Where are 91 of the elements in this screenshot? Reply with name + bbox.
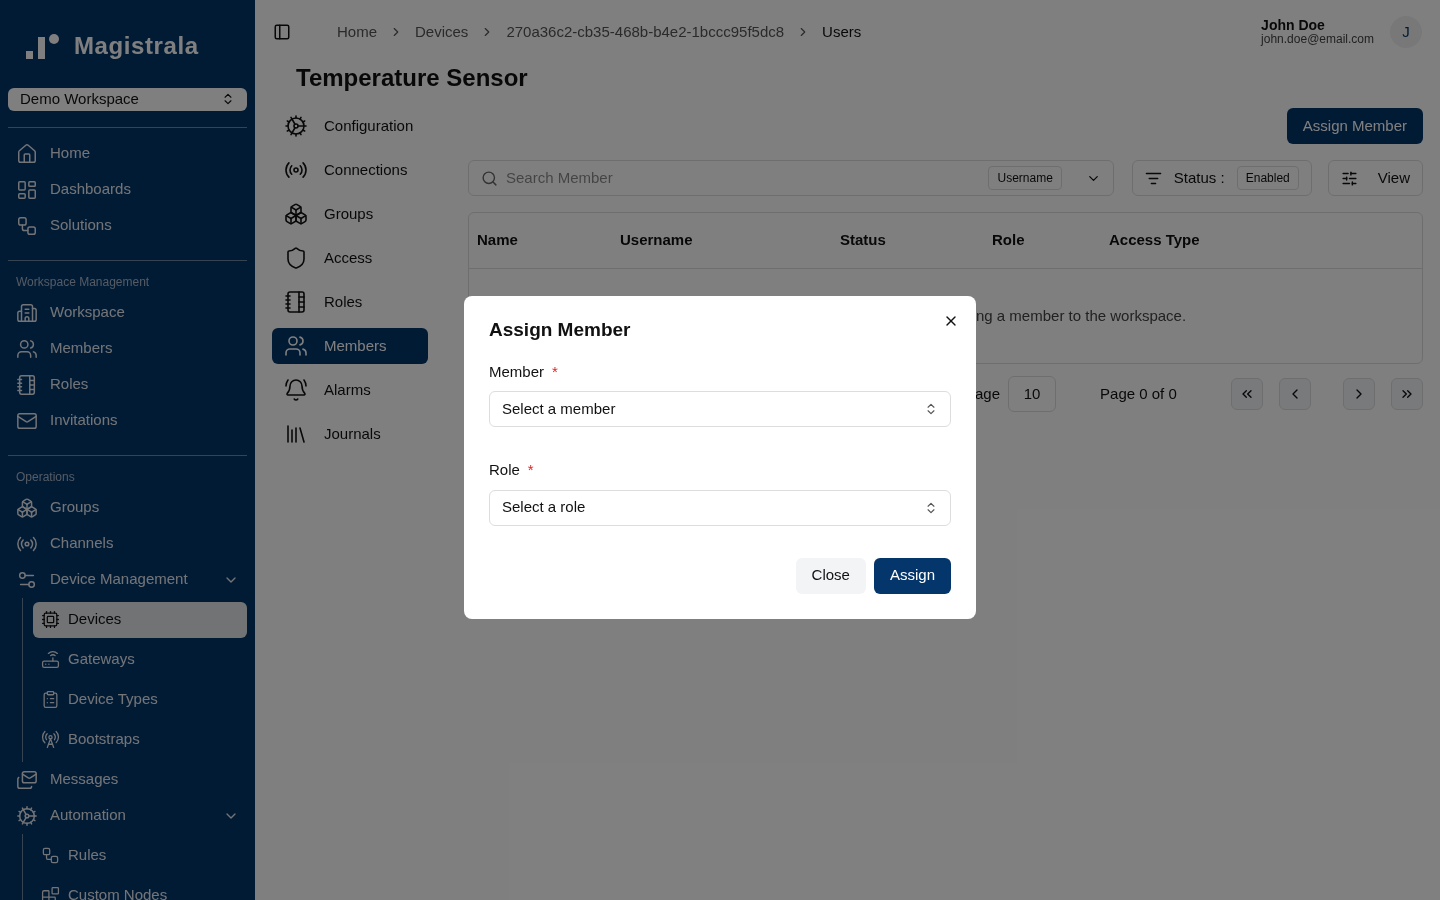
tab-item[interactable]: Access bbox=[272, 240, 428, 276]
tab-item[interactable]: Connections bbox=[272, 152, 428, 188]
house-icon bbox=[16, 142, 38, 165]
select-field[interactable]: Select a role bbox=[489, 489, 951, 526]
dialog-title: Assign Member bbox=[489, 318, 632, 342]
first-page-button[interactable] bbox=[1231, 378, 1263, 410]
router-icon bbox=[41, 650, 60, 669]
view-button[interactable]: View bbox=[1327, 160, 1423, 196]
notebook-icon bbox=[284, 290, 308, 314]
tab-item[interactable]: Journals bbox=[272, 416, 428, 452]
cog-icon bbox=[16, 804, 38, 827]
mails-icon bbox=[16, 768, 38, 791]
breadcrumb-link[interactable]: Devices bbox=[415, 20, 469, 44]
sliders-icon bbox=[1340, 169, 1358, 187]
column-header: Role bbox=[992, 230, 1026, 251]
nav-item[interactable]: Workspace bbox=[8, 294, 247, 331]
page-title: Temperature Sensor bbox=[295, 63, 529, 93]
tab-item[interactable]: Roles bbox=[272, 284, 428, 320]
tower-icon bbox=[41, 730, 60, 749]
rows-per-page-label: age bbox=[975, 383, 1001, 404]
workspace-select[interactable]: Demo Workspace bbox=[8, 88, 247, 111]
library-icon bbox=[284, 422, 308, 446]
nav-item[interactable]: Channels bbox=[8, 525, 247, 562]
nav-item[interactable]: Device Management bbox=[8, 561, 247, 598]
last-page-button[interactable] bbox=[1391, 378, 1423, 410]
required-mark: * bbox=[527, 460, 534, 480]
clipboard-icon bbox=[41, 690, 60, 709]
section-label: Workspace Management bbox=[15, 273, 151, 291]
nav-item[interactable]: Bootstraps bbox=[33, 721, 247, 758]
dashboard-icon bbox=[16, 178, 38, 201]
nav-item[interactable]: Devices bbox=[33, 601, 247, 638]
select-field[interactable]: Select a member bbox=[489, 391, 951, 427]
bell-icon bbox=[284, 378, 308, 402]
next-page-button[interactable] bbox=[1343, 378, 1375, 410]
user-email: john.doe@email.com bbox=[1261, 32, 1374, 46]
column-header: Access Type bbox=[1109, 230, 1201, 251]
nav-item[interactable]: Groups bbox=[8, 489, 247, 526]
column-header: Status bbox=[840, 230, 887, 251]
previous-page-button[interactable] bbox=[1279, 378, 1311, 410]
search-icon bbox=[481, 169, 498, 187]
nav-item[interactable]: Solutions bbox=[8, 207, 247, 244]
empty-message: ng a member to the workspace. bbox=[976, 305, 1187, 326]
nav-item[interactable]: Invitations bbox=[8, 402, 247, 439]
field-label: Member bbox=[489, 361, 544, 382]
nav-item[interactable]: Messages bbox=[8, 761, 247, 798]
users-icon bbox=[284, 334, 308, 358]
close-button[interactable]: Close bbox=[795, 557, 866, 594]
nav-item[interactable]: Home bbox=[8, 135, 247, 172]
tab-item[interactable]: Members bbox=[272, 328, 428, 364]
nav-item[interactable]: Rules bbox=[33, 837, 247, 874]
sidebar-toggle-icon[interactable] bbox=[273, 23, 291, 41]
logo-text: Magistrala bbox=[74, 31, 199, 61]
column-header: Username bbox=[620, 230, 694, 251]
chip-icon bbox=[41, 610, 60, 629]
notebook-icon bbox=[16, 373, 38, 396]
search-field[interactable]: Search Member Username bbox=[468, 160, 1114, 196]
breadcrumb-link[interactable]: 270a36c2-cb35-468b-b4e2-1bccc95f5dc8 bbox=[506, 20, 785, 44]
section-label: Operations bbox=[15, 468, 76, 486]
boxes-icon bbox=[16, 496, 38, 519]
tab-item[interactable]: Configuration bbox=[272, 108, 428, 144]
nav-item[interactable]: Members bbox=[8, 330, 247, 367]
workflow-icon bbox=[16, 214, 38, 237]
tab-item[interactable]: Groups bbox=[272, 196, 428, 232]
cog-icon bbox=[284, 114, 308, 138]
building-icon bbox=[16, 301, 38, 324]
rows-per-page-select[interactable]: 10 bbox=[1008, 376, 1057, 412]
assign-member-button[interactable]: Assign Member bbox=[1286, 108, 1423, 144]
status-badge: Enabled bbox=[1236, 166, 1299, 190]
field-label: Role bbox=[489, 460, 520, 480]
status-filter-button[interactable]: Status : Enabled bbox=[1131, 160, 1312, 196]
blocks-icon bbox=[41, 886, 60, 900]
user-avatar[interactable]: J bbox=[1390, 16, 1422, 48]
assign-button[interactable]: Assign bbox=[873, 557, 951, 594]
tab-item[interactable]: Alarms bbox=[272, 372, 428, 408]
search-by-badge[interactable]: Username bbox=[988, 166, 1062, 190]
column-header: Name bbox=[477, 230, 519, 251]
required-mark: * bbox=[552, 361, 558, 382]
nav-item[interactable]: Roles bbox=[8, 366, 247, 403]
page-indicator: Page 0 of 0 bbox=[1100, 383, 1177, 404]
boxes-icon bbox=[284, 202, 308, 226]
workflow-icon bbox=[41, 846, 60, 865]
nav-item[interactable]: Custom Nodes bbox=[33, 877, 247, 900]
user-name: John Doe bbox=[1261, 18, 1326, 32]
nav-item[interactable]: Dashboards bbox=[8, 171, 247, 208]
nav-item[interactable]: Device Types bbox=[33, 681, 247, 718]
nav-item[interactable]: Automation bbox=[8, 797, 247, 834]
logo-icon bbox=[24, 31, 62, 61]
breadcrumb-link[interactable]: Home bbox=[337, 20, 377, 44]
users-icon bbox=[16, 337, 38, 360]
nav-item[interactable]: Gateways bbox=[33, 641, 247, 678]
shield-icon bbox=[284, 246, 308, 270]
